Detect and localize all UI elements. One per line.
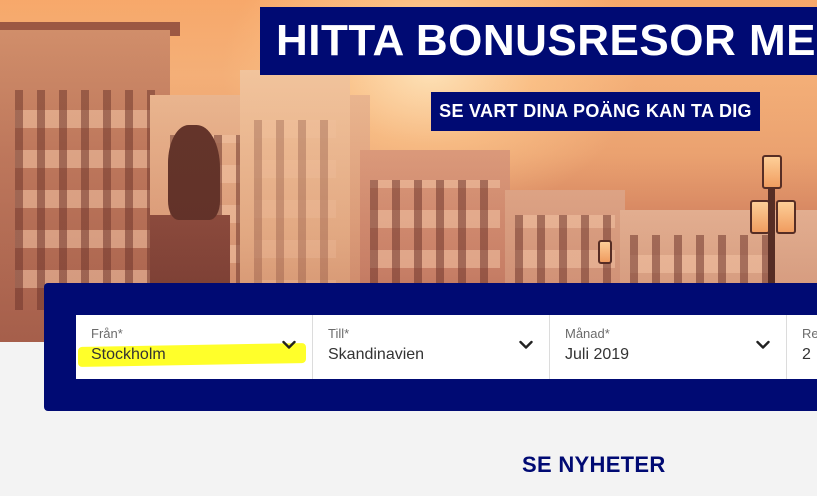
chevron-down-icon [282,340,296,349]
chevron-down-icon [756,340,770,349]
bonus-trip-search-panel: Från* Stockholm Till* Skandinavien Månad… [44,283,817,411]
from-label: Från* [91,326,123,341]
chevron-down-icon [519,340,533,349]
from-dropdown[interactable]: Från* Stockholm [76,315,313,379]
travelers-label: Re [802,326,817,341]
travelers-value: 2 [802,346,811,363]
travelers-dropdown[interactable]: Re 2 [787,315,817,379]
from-value: Stockholm [91,346,166,363]
news-section-heading[interactable]: SE NYHETER [522,452,666,478]
to-dropdown[interactable]: Till* Skandinavien [313,315,550,379]
page-headline: HITTA BONUSRESOR MED [260,7,817,75]
month-dropdown[interactable]: Månad* Juli 2019 [550,315,787,379]
hero-subheadline: SE VART DINA POÄNG KAN TA DIG [431,92,760,131]
to-value: Skandinavien [328,346,425,363]
to-label: Till* [328,326,350,341]
month-value: Juli 2019 [565,346,630,363]
month-label: Månad* [565,326,610,341]
